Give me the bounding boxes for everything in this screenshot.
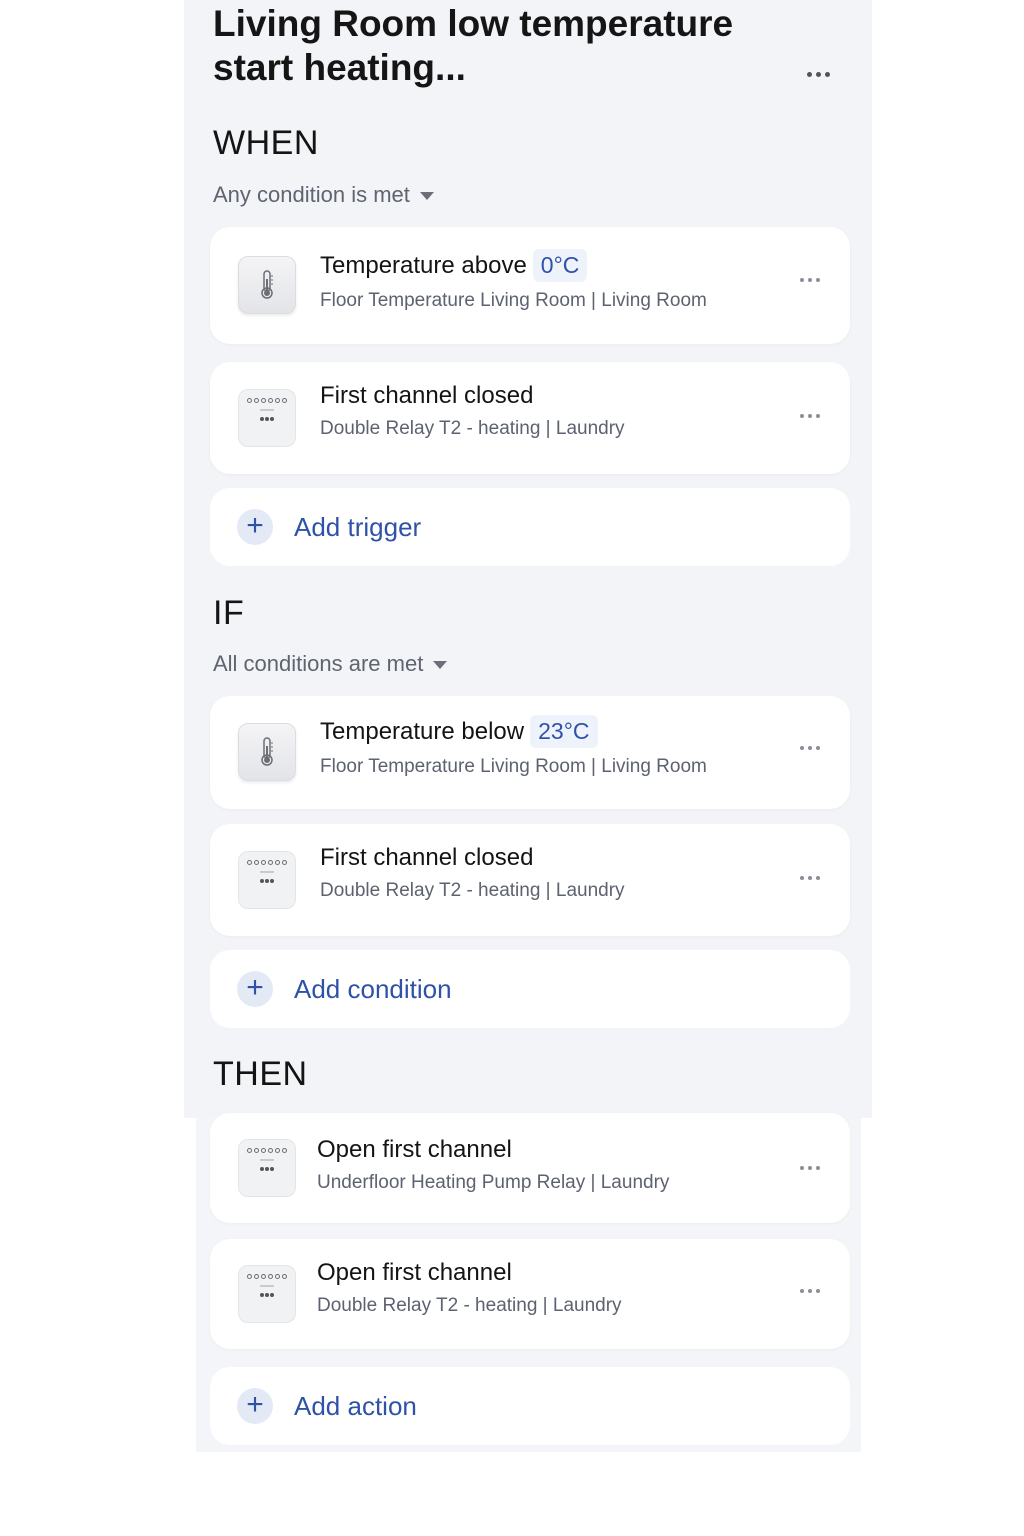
add-action-button[interactable]: + Add action [210,1367,850,1445]
thermometer-icon [238,723,296,781]
trigger-subtitle: Double Relay T2 - heating | Laundry [320,418,625,439]
action-title: Open first channel [317,1136,512,1163]
more-horizontal-icon [792,1156,828,1180]
condition-card[interactable]: Temperature below 23°C Floor Temperature … [210,696,850,809]
when-match-select[interactable]: Any condition is met [213,182,434,208]
if-match-label: All conditions are met [213,651,424,676]
condition-subtitle: Floor Temperature Living Room | Living R… [320,756,707,777]
relay-icon [238,389,296,447]
thermometer-icon [238,256,296,314]
trigger-title: First channel closed [320,382,534,409]
more-horizontal-icon [792,736,828,760]
when-section-label: WHEN [213,124,319,162]
add-action-label: Add action [294,1390,417,1421]
trigger-subtitle: Floor Temperature Living Room | Living R… [320,290,707,311]
more-horizontal-icon [792,1279,828,1303]
when-match-label: Any condition is met [213,182,410,207]
relay-icon [238,1139,296,1197]
action-subtitle: Double Relay T2 - heating | Laundry [317,1295,622,1316]
condition-more-button[interactable] [792,736,828,760]
plus-icon: + [237,1388,273,1424]
condition-value-chip[interactable]: 23°C [530,715,598,748]
action-subtitle: Underfloor Heating Pump Relay | Laundry [317,1172,670,1193]
condition-more-button[interactable] [792,866,828,890]
trigger-value-chip[interactable]: 0°C [532,249,588,282]
action-card[interactable]: Open first channel Double Relay T2 - hea… [210,1239,850,1349]
plus-icon: + [237,971,273,1007]
more-horizontal-icon [801,61,835,87]
caret-down-icon [419,192,434,200]
automation-title[interactable]: Living Room low temperature start heatin… [213,2,813,90]
trigger-more-button[interactable] [792,404,828,428]
if-section-label: IF [213,594,245,632]
if-match-select[interactable]: All conditions are met [213,651,448,677]
action-more-button[interactable] [792,1156,828,1180]
condition-card[interactable]: First channel closed Double Relay T2 - h… [210,824,850,936]
more-options-button[interactable] [801,61,835,87]
add-trigger-label: Add trigger [294,511,422,542]
trigger-card[interactable]: First channel closed Double Relay T2 - h… [210,362,850,474]
relay-icon [238,1265,296,1323]
more-horizontal-icon [792,866,828,890]
add-condition-label: Add condition [294,973,452,1004]
trigger-more-button[interactable] [792,268,828,292]
trigger-card[interactable]: Temperature above 0°C Floor Temperature L… [210,227,850,344]
more-horizontal-icon [792,268,828,292]
relay-icon [238,851,296,909]
add-trigger-button[interactable]: + Add trigger [210,488,850,566]
condition-subtitle: Double Relay T2 - heating | Laundry [320,880,625,901]
action-more-button[interactable] [792,1279,828,1303]
more-horizontal-icon [792,404,828,428]
condition-title: First channel closed [320,844,534,871]
trigger-title: Temperature above [320,251,527,279]
action-title: Open first channel [317,1259,512,1286]
add-condition-button[interactable]: + Add condition [210,950,850,1028]
then-section-label: THEN [213,1055,308,1093]
action-card[interactable]: Open first channel Underfloor Heating Pu… [210,1113,850,1223]
caret-down-icon [433,661,448,669]
plus-icon: + [237,509,273,545]
condition-title: Temperature below [320,717,525,745]
